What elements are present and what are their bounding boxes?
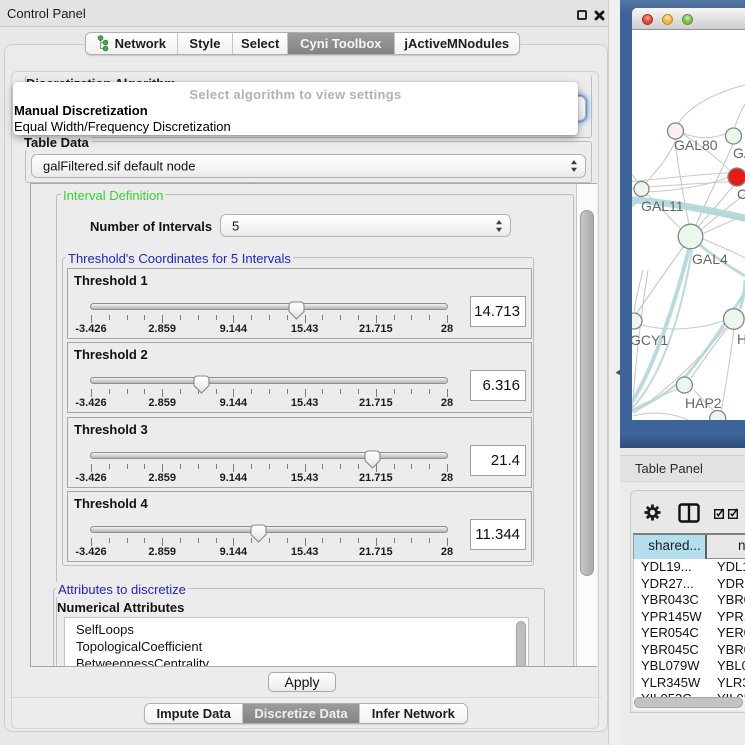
svg-text:H: H (737, 331, 745, 347)
svg-text:GAL4: GAL4 (692, 251, 728, 267)
svg-text:GAL11: GAL11 (641, 198, 684, 214)
svg-text:GAL80: GAL80 (674, 137, 718, 153)
svg-text:HAP2: HAP2 (685, 395, 722, 411)
svg-text:GA: GA (733, 145, 745, 161)
svg-text:C: C (737, 186, 745, 202)
svg-text:GCY1: GCY1 (632, 332, 668, 348)
